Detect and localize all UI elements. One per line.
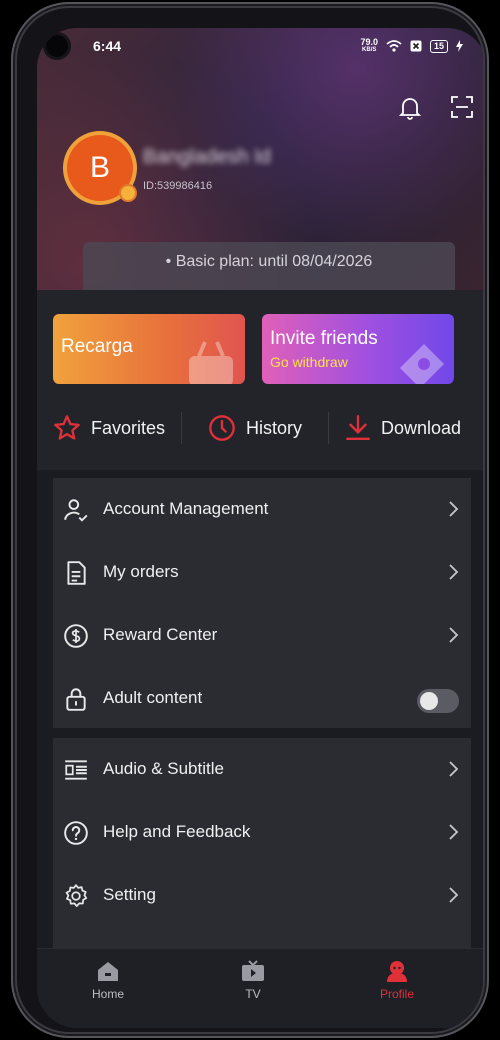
invite-subtitle: Go withdraw — [270, 354, 348, 370]
menu-label: Reward Center — [103, 625, 218, 644]
divider — [328, 412, 329, 444]
invite-title: Invite friends — [270, 328, 378, 349]
nav-home[interactable]: Home — [68, 959, 148, 1001]
bottom-nav: Home TV Profile — [37, 948, 483, 1028]
help-icon — [64, 821, 88, 845]
home-icon — [98, 962, 118, 981]
bell-icon[interactable] — [399, 96, 421, 120]
status-time: 6:44 — [93, 38, 122, 54]
charging-icon — [456, 40, 463, 52]
battery-level: 15 — [429, 39, 448, 53]
document-icon — [67, 561, 86, 585]
menu-label: Account Management — [103, 499, 269, 518]
vip-badge-icon — [119, 184, 137, 202]
recarga-title: Recarga — [61, 336, 133, 357]
scan-icon[interactable] — [451, 96, 473, 118]
nav-home-label: Home — [91, 987, 124, 1001]
chevron-right-icon — [449, 887, 459, 903]
network-speed-unit: KB/S — [362, 47, 377, 53]
nav-tv[interactable]: TV — [213, 959, 293, 1001]
phone-side-button — [12, 355, 16, 417]
phone-frame: 6:44 79.0 KB/S 15 B Bangladesh Id ID:539… — [17, 8, 483, 1032]
wifi-icon — [386, 40, 402, 52]
header-actions — [399, 96, 473, 120]
menu-item-setting[interactable]: Setting — [53, 864, 471, 927]
account-menu: Account Management My orders Reward Cent… — [53, 478, 471, 728]
download-button[interactable]: Download — [345, 414, 461, 442]
download-icon — [346, 414, 370, 440]
chevron-right-icon — [449, 501, 459, 517]
lock-icon — [66, 688, 86, 711]
settings-menu: Audio & Subtitle Help and Feedback Setti… — [53, 738, 471, 948]
favorites-button[interactable]: Favorites — [53, 414, 181, 442]
phone-side-button — [12, 437, 16, 499]
menu-label: Setting — [103, 885, 156, 904]
menu-item-my-orders[interactable]: My orders — [53, 541, 471, 604]
screen: 6:44 79.0 KB/S 15 B Bangladesh Id ID:539… — [37, 28, 483, 1028]
gear-icon — [65, 884, 88, 907]
dollar-coin-icon — [64, 624, 88, 648]
download-label: Download — [381, 417, 462, 438]
chevron-right-icon — [449, 824, 459, 840]
recarga-card[interactable]: Recarga — [53, 314, 245, 384]
chevron-right-icon — [449, 627, 459, 643]
menu-label: Help and Feedback — [103, 822, 251, 841]
front-camera — [43, 32, 71, 60]
menu-item-adult-content: Adult content — [53, 667, 471, 730]
invite-friends-card[interactable]: Invite friends Go withdraw — [262, 314, 454, 384]
status-bar: 6:44 79.0 KB/S 15 — [37, 28, 483, 68]
gift-icon — [400, 344, 444, 384]
adult-content-toggle[interactable] — [417, 689, 459, 713]
sim-off-icon — [410, 40, 422, 52]
menu-item-account-management[interactable]: Account Management — [53, 478, 471, 541]
favorites-label: Favorites — [91, 417, 166, 438]
menu-item-audio-subtitle[interactable]: Audio & Subtitle — [53, 738, 471, 801]
menu-label: My orders — [103, 562, 179, 581]
clock-icon — [209, 415, 235, 441]
menu-item-reward-center[interactable]: Reward Center — [53, 604, 471, 667]
promo-and-quick-area: Recarga Invite friends Go withdraw Favor… — [37, 290, 483, 470]
star-icon — [54, 415, 80, 440]
menu-label: Audio & Subtitle — [103, 759, 224, 778]
history-label: History — [246, 417, 303, 438]
nav-profile-label: Profile — [379, 987, 414, 1001]
username: Bangladesh Id — [143, 146, 271, 168]
profile-icon — [387, 961, 407, 982]
user-id: ID:539986416 — [143, 180, 213, 192]
network-speed-value: 79.0 — [360, 37, 378, 47]
chevron-right-icon — [449, 761, 459, 777]
history-button[interactable]: History — [208, 414, 328, 442]
nav-tv-label: TV — [245, 987, 261, 1001]
divider — [181, 412, 182, 444]
status-indicators: 79.0 KB/S 15 — [360, 38, 463, 54]
nav-profile[interactable]: Profile — [357, 959, 437, 1001]
cart-icon — [189, 341, 233, 384]
profile-header: 6:44 79.0 KB/S 15 B Bangladesh Id ID:539… — [37, 28, 483, 290]
quick-actions: Favorites History Download — [37, 398, 483, 458]
tv-icon — [242, 960, 264, 981]
subtitles-icon — [65, 760, 87, 780]
user-check-icon — [64, 499, 88, 522]
menu-item-help-feedback[interactable]: Help and Feedback — [53, 801, 471, 864]
menu-label: Adult content — [103, 688, 203, 707]
chevron-right-icon — [449, 564, 459, 580]
plan-status[interactable]: • Basic plan: until 08/04/2026 — [83, 242, 455, 290]
network-speed: 79.0 KB/S — [360, 38, 378, 54]
